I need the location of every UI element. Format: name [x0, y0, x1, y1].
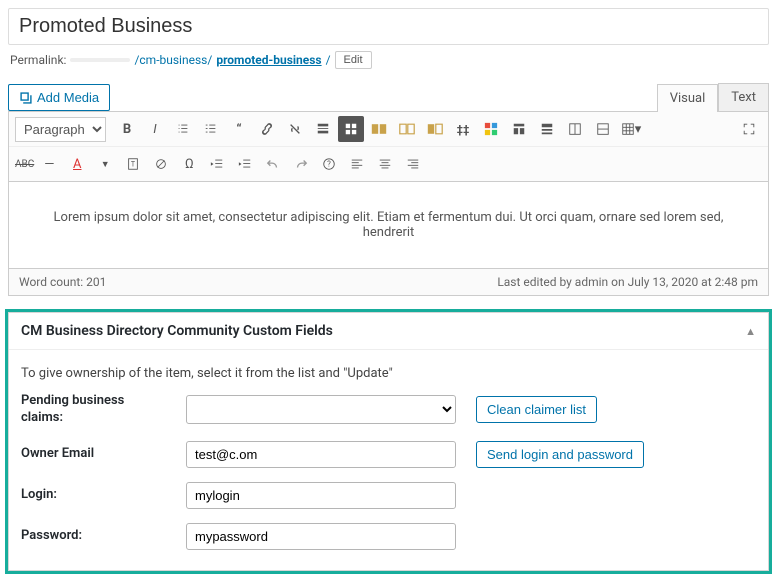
- clean-claimer-button[interactable]: Clean claimer list: [476, 396, 597, 423]
- login-input[interactable]: [186, 482, 456, 509]
- link-icon[interactable]: [254, 116, 280, 142]
- permalink-slug[interactable]: promoted-business: [216, 53, 321, 67]
- media-icon: [19, 91, 33, 105]
- add-media-label: Add Media: [37, 90, 99, 105]
- special-char-icon[interactable]: Ω: [176, 151, 202, 177]
- send-login-button[interactable]: Send login and password: [476, 441, 644, 468]
- unlink-icon[interactable]: [282, 116, 308, 142]
- hr-icon[interactable]: —: [36, 151, 62, 177]
- align-right-icon[interactable]: [400, 151, 426, 177]
- book2-icon[interactable]: [394, 116, 420, 142]
- strikethrough-icon[interactable]: ABC: [15, 151, 34, 177]
- indent-icon[interactable]: [232, 151, 258, 177]
- bullet-list-icon[interactable]: [170, 116, 196, 142]
- edit-permalink-button[interactable]: Edit: [335, 51, 372, 69]
- textcolor-chevron-icon[interactable]: ▼: [92, 151, 118, 177]
- pending-claims-select[interactable]: [186, 395, 456, 424]
- numbered-list-icon[interactable]: [198, 116, 224, 142]
- fullscreen-icon[interactable]: [736, 116, 762, 142]
- layout4-icon[interactable]: [590, 116, 616, 142]
- book3-icon[interactable]: [422, 116, 448, 142]
- owner-email-label: Owner Email: [21, 446, 166, 463]
- permalink-label: Permalink:: [10, 53, 66, 67]
- tab-visual[interactable]: Visual: [657, 84, 719, 112]
- toggle-toolbar-icon[interactable]: [338, 116, 364, 142]
- post-title-input[interactable]: [8, 8, 769, 45]
- insert-more-icon[interactable]: [310, 116, 336, 142]
- svg-text:T: T: [131, 161, 136, 169]
- toc-icon[interactable]: ‡‡: [450, 116, 476, 142]
- add-media-button[interactable]: Add Media: [8, 84, 110, 111]
- metabox-custom-fields: CM Business Directory Community Custom F…: [8, 312, 769, 571]
- table-icon[interactable]: ▾: [618, 116, 644, 142]
- help-icon[interactable]: ?: [316, 151, 342, 177]
- layout3-icon[interactable]: [562, 116, 588, 142]
- align-left-icon[interactable]: [344, 151, 370, 177]
- align-center-icon[interactable]: [372, 151, 398, 177]
- blockquote-icon[interactable]: “: [226, 116, 252, 142]
- metabox-title: CM Business Directory Community Custom F…: [21, 323, 333, 339]
- bold-icon[interactable]: B: [114, 116, 140, 142]
- last-edited: Last edited by admin on July 13, 2020 at…: [497, 275, 758, 289]
- password-input[interactable]: [186, 523, 456, 550]
- textcolor-icon[interactable]: A: [64, 151, 90, 177]
- editor-content[interactable]: Lorem ipsum dolor sit amet, consectetur …: [8, 182, 769, 269]
- password-label: Password:: [21, 528, 166, 545]
- tab-text[interactable]: Text: [718, 83, 769, 111]
- layout1-icon[interactable]: [506, 116, 532, 142]
- book1-icon[interactable]: [366, 116, 392, 142]
- login-label: Login:: [21, 487, 166, 504]
- pending-claims-label: Pending business claims:: [21, 393, 166, 427]
- permalink-host: [70, 58, 130, 62]
- paste-text-icon[interactable]: T: [120, 151, 146, 177]
- format-select[interactable]: Paragraph: [15, 117, 106, 142]
- permalink-row: Permalink: /cm-business/promoted-busines…: [8, 45, 769, 79]
- clear-formatting-icon[interactable]: [148, 151, 174, 177]
- owner-email-input[interactable]: [186, 441, 456, 468]
- undo-icon[interactable]: [260, 151, 286, 177]
- metabox-helper-text: To give ownership of the item, select it…: [21, 360, 756, 393]
- italic-icon[interactable]: I: [142, 116, 168, 142]
- metabox-toggle-icon[interactable]: ▲: [745, 325, 756, 338]
- editor-toolbar: Paragraph B I “ ‡‡ ▾ ABC — A ▼ T Ω ?: [8, 111, 769, 182]
- layout2-icon[interactable]: [534, 116, 560, 142]
- svg-text:?: ?: [327, 160, 331, 169]
- word-count: Word count: 201: [19, 275, 106, 289]
- colors-icon[interactable]: [478, 116, 504, 142]
- permalink-trail: /: [326, 53, 331, 67]
- redo-icon[interactable]: [288, 151, 314, 177]
- outdent-icon[interactable]: [204, 151, 230, 177]
- permalink-path: /cm-business/: [134, 53, 212, 67]
